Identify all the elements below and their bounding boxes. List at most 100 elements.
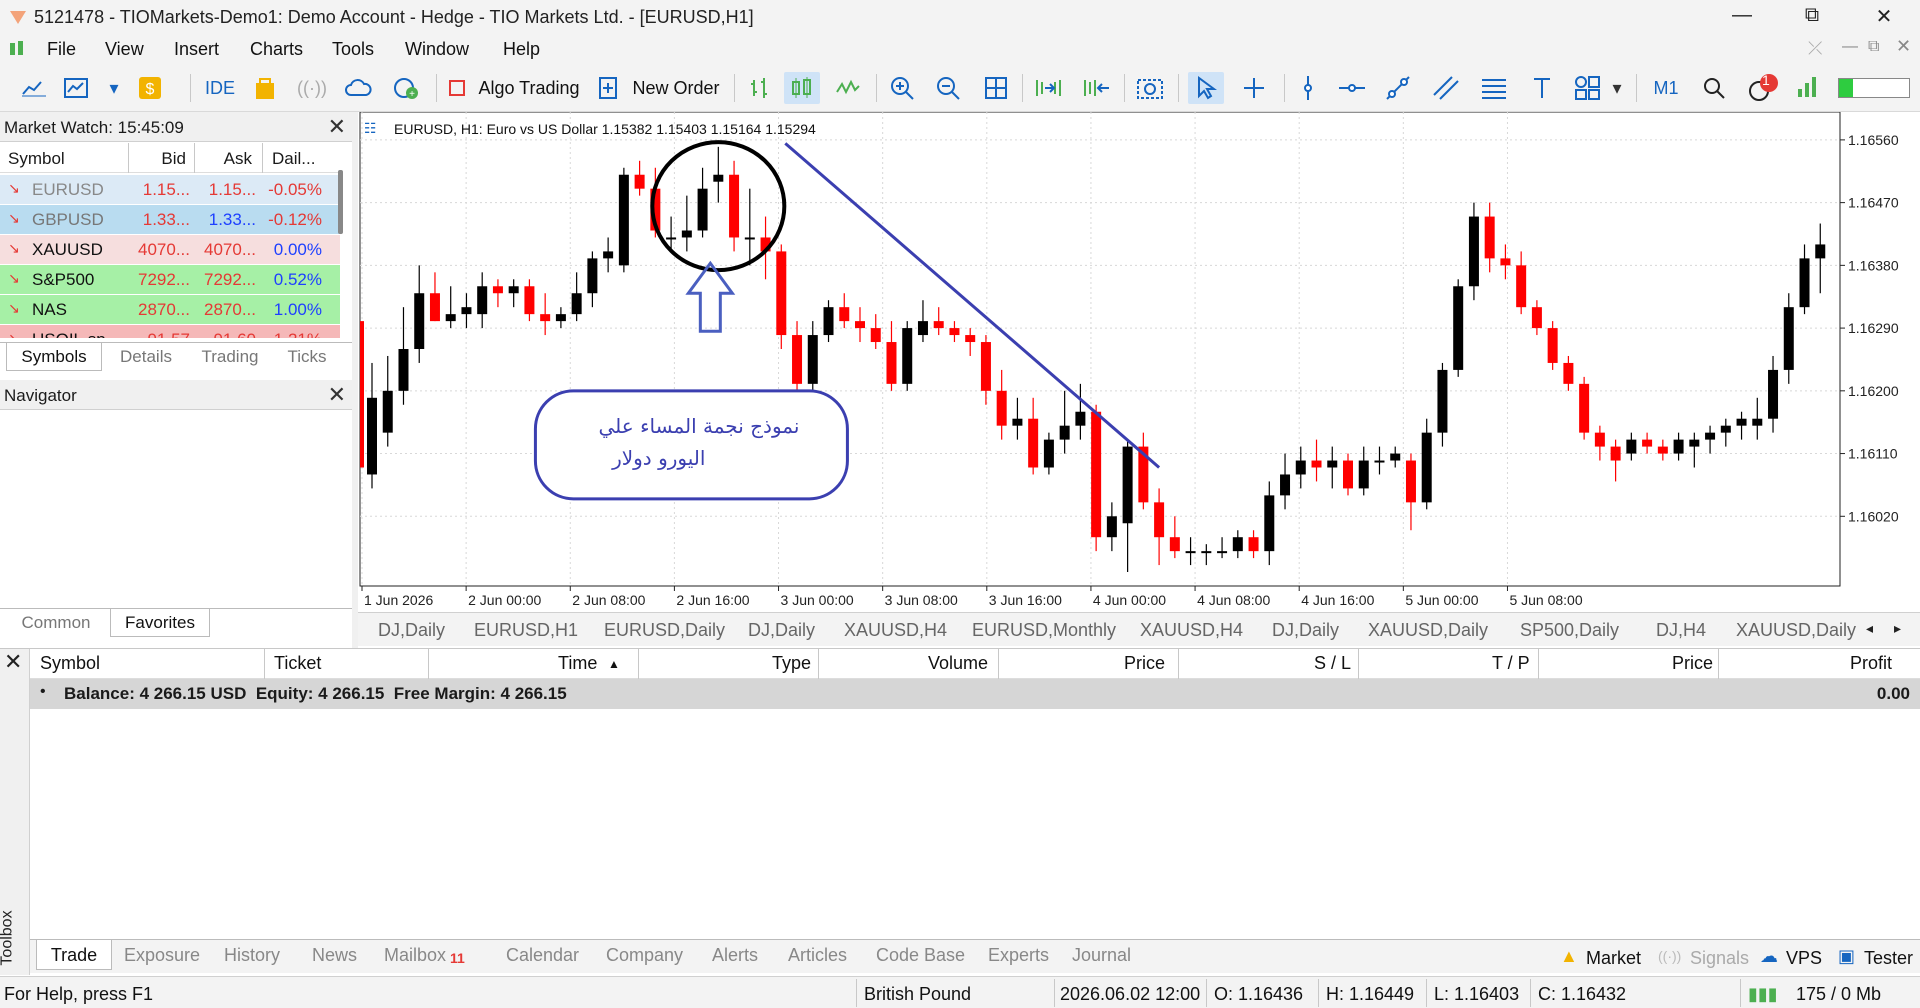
zoom-out-icon[interactable] bbox=[930, 72, 966, 104]
chart-tab[interactable]: XAUUSD,H4 bbox=[1140, 620, 1243, 641]
status-profile[interactable]: British Pound bbox=[864, 984, 971, 1005]
market-bag-icon[interactable]: ▲ bbox=[1560, 946, 1578, 967]
tab-common[interactable]: Common bbox=[4, 609, 108, 637]
fibonacci-icon[interactable] bbox=[1476, 72, 1512, 104]
col-ask[interactable]: Ask bbox=[194, 149, 252, 169]
chart-tab[interactable]: XAUUSD,Daily bbox=[1736, 620, 1856, 641]
tab-articles[interactable]: Articles bbox=[788, 945, 847, 966]
zoom-in-icon[interactable] bbox=[884, 72, 920, 104]
market-watch-close-icon[interactable]: ✕ bbox=[328, 114, 346, 140]
screenshot-icon[interactable] bbox=[1132, 72, 1168, 104]
market-watch-row[interactable]: ↘ NAS 2870... 2870... 1.00% bbox=[0, 295, 340, 324]
signals-icon[interactable]: ((·)) bbox=[294, 72, 330, 104]
tab-trading[interactable]: Trading bbox=[190, 343, 270, 371]
dropdown-arrow-icon[interactable]: ▾ bbox=[96, 72, 132, 104]
tabs-scroll-right-icon[interactable]: ▸ bbox=[1894, 620, 1901, 637]
cloud-icon[interactable] bbox=[340, 72, 376, 104]
tabs-scroll-left-icon[interactable]: ◂ bbox=[1866, 620, 1873, 637]
chart-tab[interactable]: XAUUSD,H4 bbox=[844, 620, 947, 641]
chart-tab[interactable]: EURUSD,Daily bbox=[604, 620, 725, 641]
vps-icon[interactable]: ☁ bbox=[1760, 946, 1778, 967]
market-watch-row[interactable]: ↘ S&P500 7292... 7292... 0.52% bbox=[0, 265, 340, 294]
sort-asc-icon[interactable]: ▲ bbox=[608, 657, 620, 671]
restore-button[interactable]: ⧉ bbox=[1792, 4, 1832, 30]
chart-shift-icon[interactable] bbox=[1078, 72, 1114, 104]
chart-tab[interactable]: EURUSD,Monthly bbox=[972, 620, 1116, 641]
timeframe-button[interactable]: M1 bbox=[1646, 72, 1686, 104]
line-chart-type-icon[interactable] bbox=[830, 72, 866, 104]
horizontal-line-icon[interactable] bbox=[1334, 72, 1370, 104]
ide-button[interactable]: IDE bbox=[200, 72, 240, 104]
col-sl[interactable]: S / L bbox=[1314, 653, 1351, 674]
signals-link[interactable]: Signals bbox=[1690, 948, 1749, 969]
col-symbol[interactable]: Symbol bbox=[40, 653, 100, 674]
algo-trading-button[interactable]: Algo Trading bbox=[474, 72, 584, 104]
chart-tab[interactable]: XAUUSD,Daily bbox=[1368, 620, 1488, 641]
shapes-icon[interactable] bbox=[1570, 72, 1606, 104]
balance-row[interactable]: • Balance: 4 266.15 USD Equity: 4 266.15… bbox=[30, 679, 1920, 709]
market-link[interactable]: Market bbox=[1586, 948, 1641, 969]
new-order-icon[interactable] bbox=[596, 72, 622, 104]
col-price-current[interactable]: Price bbox=[1672, 653, 1713, 674]
market-watch-row[interactable]: ↘ GBPUSD 1.33... 1.33... -0.12% bbox=[0, 205, 340, 234]
tester-icon[interactable]: ▣ bbox=[1838, 946, 1855, 967]
menu-view[interactable]: View bbox=[105, 39, 144, 60]
col-symbol[interactable]: Symbol bbox=[8, 149, 65, 169]
chart-close-icon[interactable]: ✕ bbox=[1896, 36, 1911, 57]
chart-template-icon[interactable] bbox=[58, 72, 94, 104]
vertical-line-icon[interactable] bbox=[1290, 72, 1326, 104]
tab-trade[interactable]: Trade bbox=[36, 940, 112, 970]
col-profit[interactable]: Profit bbox=[1850, 653, 1892, 674]
col-volume[interactable]: Volume bbox=[928, 653, 988, 674]
trendline-icon[interactable] bbox=[1380, 72, 1416, 104]
dollar-icon[interactable]: $ bbox=[132, 72, 168, 104]
tab-news[interactable]: News bbox=[312, 945, 357, 966]
tab-experts[interactable]: Experts bbox=[988, 945, 1049, 966]
bar-chart-icon[interactable] bbox=[742, 72, 778, 104]
tab-history[interactable]: History bbox=[224, 945, 280, 966]
menu-insert[interactable]: Insert bbox=[174, 39, 219, 60]
col-ticket[interactable]: Ticket bbox=[274, 653, 321, 674]
col-tp[interactable]: T / P bbox=[1492, 653, 1530, 674]
tab-alerts[interactable]: Alerts bbox=[712, 945, 758, 966]
chart-restore-icon[interactable]: ⧉ bbox=[1868, 38, 1879, 56]
tab-symbols[interactable]: Symbols bbox=[6, 343, 102, 371]
tab-calendar[interactable]: Calendar bbox=[506, 945, 579, 966]
navigator-close-icon[interactable]: ✕ bbox=[328, 382, 346, 408]
signals-icon[interactable]: ((·)) bbox=[1658, 948, 1681, 964]
shapes-dropdown-icon[interactable]: ▾ bbox=[1604, 72, 1630, 104]
col-type[interactable]: Type bbox=[772, 653, 811, 674]
chart-minimize-icon[interactable]: — bbox=[1842, 38, 1858, 56]
minimize-button[interactable]: — bbox=[1722, 4, 1762, 30]
tab-ticks[interactable]: Ticks bbox=[272, 343, 342, 371]
tile-windows-icon[interactable] bbox=[978, 72, 1014, 104]
auto-scroll-icon[interactable] bbox=[1030, 72, 1066, 104]
col-price[interactable]: Price bbox=[1124, 653, 1165, 674]
close-button[interactable]: ✕ bbox=[1864, 4, 1904, 30]
vps-globe-icon[interactable]: + bbox=[388, 72, 424, 104]
menu-file[interactable]: File bbox=[47, 39, 76, 60]
chart-tab[interactable]: DJ,Daily bbox=[378, 620, 445, 641]
line-chart-icon[interactable] bbox=[16, 72, 52, 104]
market-watch-row[interactable]: ↘ USOIL.sp 91.57 91.60 -1.21% bbox=[0, 325, 340, 338]
market-watch-row[interactable]: ↘ XAUUSD 4070... 4070... 0.00% bbox=[0, 235, 340, 264]
pin-off-icon[interactable]: ⤫ bbox=[1808, 38, 1822, 59]
chart-tab[interactable]: SP500,Daily bbox=[1520, 620, 1619, 641]
crosshair-icon[interactable] bbox=[1236, 72, 1272, 104]
channel-icon[interactable] bbox=[1428, 72, 1464, 104]
toolbox-close-icon[interactable]: ✕ bbox=[4, 649, 22, 675]
text-tool-icon[interactable] bbox=[1524, 72, 1560, 104]
col-daily[interactable]: Dail... bbox=[272, 149, 315, 169]
tab-mailbox[interactable]: Mailbox bbox=[384, 945, 446, 966]
chart-tab[interactable]: DJ,Daily bbox=[748, 620, 815, 641]
new-order-button[interactable]: New Order bbox=[626, 72, 726, 104]
chart-window[interactable]: 1.16560 1.16470 1.16380 1.16290 1.16200 1.161… bbox=[358, 111, 1920, 612]
col-bid[interactable]: Bid bbox=[128, 149, 186, 169]
algo-trading-icon[interactable] bbox=[444, 72, 470, 104]
candlestick-chart-icon[interactable] bbox=[784, 72, 820, 104]
search-icon[interactable] bbox=[1696, 72, 1732, 104]
notifications-icon[interactable]: 1 bbox=[1742, 72, 1782, 104]
market-watch-row[interactable]: ↘ EURUSD 1.15... 1.15... -0.05% bbox=[0, 175, 340, 204]
col-time[interactable]: Time bbox=[558, 653, 597, 674]
cursor-icon[interactable] bbox=[1188, 72, 1224, 104]
